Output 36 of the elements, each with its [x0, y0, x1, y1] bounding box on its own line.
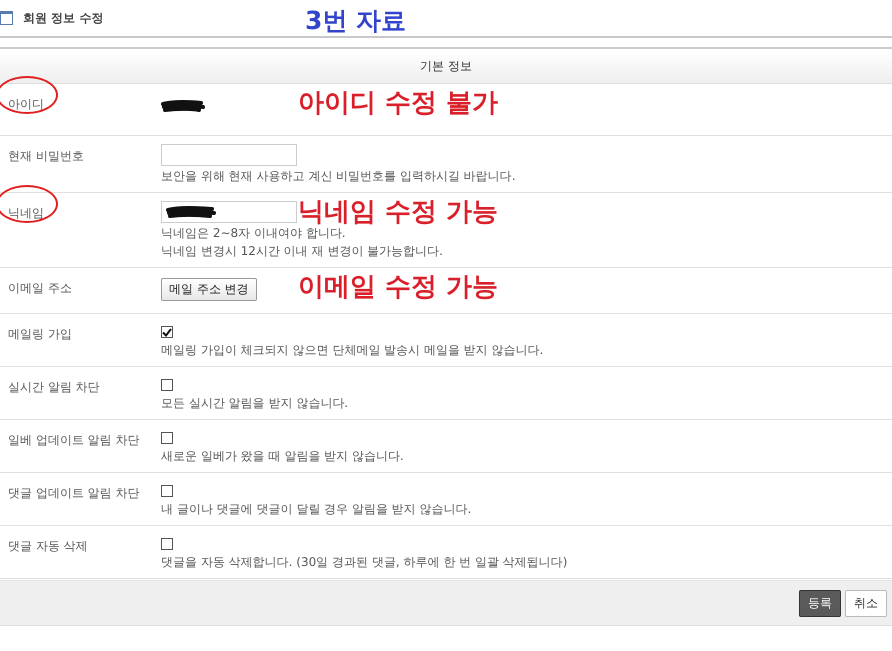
field-label: 댓글 업데이트 알림 차단 — [8, 486, 140, 500]
checkbox[interactable] — [161, 432, 173, 444]
hint-text: 보안을 위해 현재 사용하고 계신 비밀번호를 입력하시길 바랍니다. — [161, 168, 516, 184]
field-label: 닉네임 — [8, 206, 44, 220]
field-label: 메일링 가입 — [8, 327, 72, 341]
hint-text: 새로운 일베가 왔을 때 알림을 받지 않습니다. — [161, 448, 404, 464]
field-label: 댓글 자동 삭제 — [8, 539, 88, 553]
hint-text: 내 글이나 댓글에 댓글이 달릴 경우 알림을 받지 않습니다. — [161, 501, 472, 517]
checkbox[interactable] — [161, 538, 173, 550]
password-field[interactable] — [161, 144, 297, 166]
field-label: 일베 업데이트 알림 차단 — [8, 433, 140, 447]
section-title: 기본 정보 — [420, 58, 472, 74]
annotation-text: 이메일 수정 가능 — [298, 274, 498, 300]
page-title: 회원 정보 수정 — [23, 10, 104, 26]
checkbox[interactable] — [161, 379, 173, 391]
field-label: 아이디 — [8, 97, 44, 111]
checkbox[interactable] — [161, 326, 173, 338]
redaction-scribble — [166, 204, 216, 220]
hint-text: 닉네임은 2~8자 이내여야 합니다. — [161, 225, 346, 241]
hint-text: 모든 실시간 알림을 받지 않습니다. — [161, 395, 348, 411]
hint-text: 닉네임 변경시 12시간 이내 재 변경이 불가능합니다. — [161, 243, 443, 259]
nickname-field[interactable] — [161, 201, 297, 223]
annotation-text: 아이디 수정 불가 — [298, 90, 498, 116]
annotation-text: 닉네임 수정 가능 — [298, 199, 498, 225]
field-label: 이메일 주소 — [8, 281, 72, 295]
field-label: 실시간 알림 차단 — [8, 380, 100, 394]
hint-text: 메일링 가입이 체크되지 않으면 단체메일 발송시 메일을 받지 않습니다. — [161, 342, 544, 358]
cancel-button[interactable]: 취소 — [845, 590, 887, 616]
field-label: 현재 비밀번호 — [8, 149, 84, 163]
change-email-button[interactable]: 메일 주소 변경 — [161, 278, 257, 301]
checkbox[interactable] — [161, 485, 173, 497]
hint-text: 댓글을 자동 삭제합니다. (30일 경과된 댓글, 하루에 한 번 일괄 삭제됩니다) — [161, 554, 568, 570]
redaction-scribble — [161, 98, 205, 114]
submit-button[interactable]: 등록 — [799, 590, 841, 616]
check-icon — [162, 328, 172, 336]
annotation-text: 3번 자료 — [305, 5, 406, 37]
